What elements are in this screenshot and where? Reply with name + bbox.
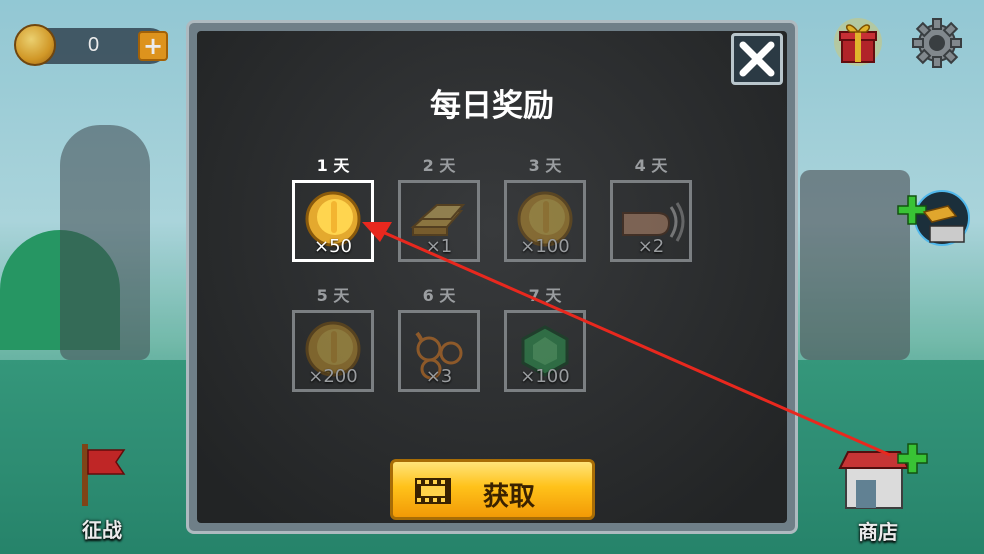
day-label: 2 天 [422, 156, 456, 175]
video-icon [415, 478, 451, 504]
reward-slot-day-6: ×3 [398, 310, 480, 392]
reward-slot-day-3: ×100 [504, 180, 586, 262]
claim-button[interactable]: 获取 [390, 459, 595, 520]
dialog-title: 每日奖励 [430, 88, 554, 124]
close-button[interactable] [731, 33, 783, 85]
reward-quantity: ×100 [520, 236, 570, 257]
day-label: 7 天 [528, 286, 562, 305]
day-label: 5 天 [316, 286, 350, 305]
reward-slot-day-7: ×100 [504, 310, 586, 392]
reward-slot-day-2: ×1 [398, 180, 480, 262]
day-label: 6 天 [422, 286, 456, 305]
reward-quantity: ×1 [425, 236, 453, 257]
reward-quantity: ×2 [637, 236, 665, 257]
reward-quantity: ×50 [314, 236, 352, 257]
reward-slot-day-5: ×200 [292, 310, 374, 392]
day-label: 3 天 [528, 156, 562, 175]
reward-quantity: ×200 [308, 366, 358, 387]
reward-quantity: ×100 [520, 366, 570, 387]
claim-button-label: 获取 [483, 482, 536, 512]
close-icon [739, 41, 775, 77]
day-label: 1 天 [316, 156, 350, 175]
reward-slot-day-4: ×2 [610, 180, 692, 262]
reward-quantity: ×3 [425, 366, 453, 387]
reward-slot-day-1[interactable]: ×50 [292, 180, 374, 262]
day-label: 4 天 [634, 156, 668, 175]
